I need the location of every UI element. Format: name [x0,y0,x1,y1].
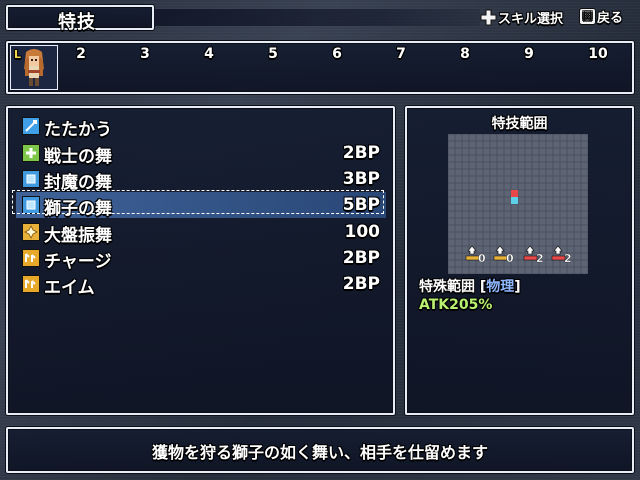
party-slot-7[interactable]: 7 [389,46,413,62]
party-bar: L 2 3 4 5 6 7 8 9 10 [6,41,634,94]
skill-row-charge[interactable]: チャージ 2BP [16,245,386,272]
party-slot-10[interactable]: 10 [586,46,610,62]
square-icon [22,170,40,188]
skill-description: 獲物を狩る獅子の如く舞い、相手を仕留めます [151,443,488,462]
title-window: 特技 [6,5,154,33]
skill-row-aim[interactable]: エイム 2BP [16,271,386,298]
skill-list: たたかう 戦士の舞 2BP 封魔の舞 3BP 獅子の舞 5BP 大盤振舞 100… [6,106,395,415]
party-slot-3[interactable]: 3 [133,46,157,62]
skill-row-lion-dance[interactable]: 獅子の舞 5BP [16,192,386,219]
skill-cost: 3BP [342,169,380,189]
range-origin-cell [511,197,518,204]
sparkle-icon [22,223,40,241]
svg-text:0: 0 [506,252,514,265]
party-slot-2[interactable]: 2 [69,46,93,62]
skill-name: 大盤振舞 [44,226,112,246]
party-slot-4[interactable]: 4 [197,46,221,62]
party-slot-9[interactable]: 9 [517,46,541,62]
skill-select-label: スキル選択 [498,12,564,27]
back-label: 戻る [597,11,624,26]
leader-badge: L [14,48,22,61]
attack-type: 物理 [486,279,515,295]
skill-name: 封魔の舞 [44,173,112,193]
skill-cost: 2BP [342,274,380,294]
skill-cost: 100 [344,222,381,242]
party-slot-6[interactable]: 6 [325,46,349,62]
skill-cost: 2BP [342,143,380,163]
back-hint[interactable]: ☒ 戻る [579,7,623,26]
dpad-icon [480,9,497,26]
special-range-label: 特殊範囲 [物理] [419,279,521,295]
skill-select-hint[interactable]: スキル選択 [480,8,563,27]
range-title: 特技範囲 [491,116,548,132]
skill-row-attack[interactable]: たたかう [16,113,386,140]
range-panel: 特技範囲 0 0 2 2 特殊範囲 [物理] ATK205% [405,106,634,415]
skill-row-generosity[interactable]: 大盤振舞 100 [16,219,386,246]
party-slot-1[interactable]: L [10,45,58,90]
range-target-cell [511,190,518,197]
x-button-icon: ☒ [579,8,596,25]
plus-icon [22,144,40,162]
party-slot-8[interactable]: 8 [453,46,477,62]
up-icon [22,249,40,267]
screen-title: 特技 [58,12,96,33]
skill-name: たたかう [44,120,112,140]
atk-multiplier: ATK205% [419,297,493,313]
up-icon [22,275,40,293]
skill-row-warrior-dance[interactable]: 戦士の舞 2BP [16,140,386,167]
skill-name: エイム [44,278,95,298]
skill-cost: 5BP [342,195,380,215]
attack-icon [22,117,40,135]
range-grid: 0 0 2 2 [448,134,588,274]
svg-text:2: 2 [536,252,544,265]
skill-cost: 2BP [342,248,380,268]
title-banner [154,9,480,26]
skill-row-seal-dance[interactable]: 封魔の舞 3BP [16,166,386,193]
skill-name: 戦士の舞 [44,147,112,167]
special-range-text: 特殊範囲 [419,279,475,295]
skill-name: チャージ [44,252,112,272]
party-slot-5[interactable]: 5 [261,46,285,62]
skill-name: 獅子の舞 [44,199,112,219]
square-icon [22,196,40,214]
svg-text:0: 0 [478,252,486,265]
description-window: 獲物を狩る獅子の如く舞い、相手を仕留めます [6,427,634,473]
svg-text:2: 2 [564,252,572,265]
